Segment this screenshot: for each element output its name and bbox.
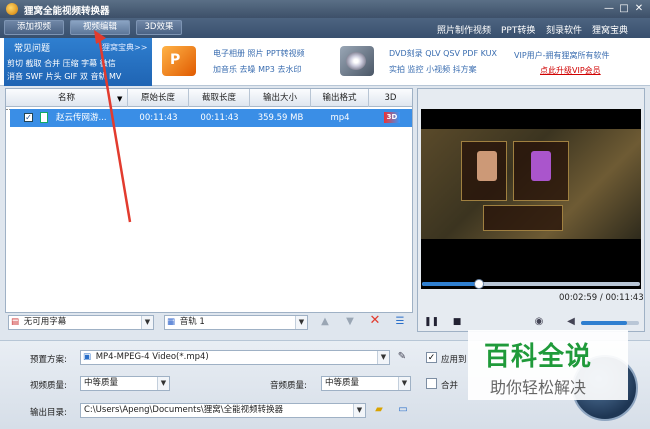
format-icon: ▣	[83, 352, 92, 362]
ppt-video-icon[interactable]: P	[162, 46, 196, 76]
audio-quality-select[interactable]: 中等质量 ▼	[321, 376, 411, 391]
file-list-panel: 名称 ▼ 原始长度 截取长度 输出大小 输出格式 3D ✓ 赵云传网游... 0…	[5, 88, 413, 313]
subtitle-value: 无可用字幕	[23, 317, 67, 327]
output-dir-field[interactable]: C:\Users\Apeng\Documents\狸窝\全能视频转换器 ▼	[80, 403, 366, 418]
annotation-arrow	[94, 30, 132, 223]
table-row[interactable]: ✓ 赵云传网游... 00:11:43 00:11:43 359.59 MB m…	[10, 109, 412, 127]
open-folder-icon[interactable]: ▭	[396, 403, 410, 417]
chevron-down-icon[interactable]: ▼	[398, 377, 410, 390]
row-checkbox[interactable]: ✓	[24, 113, 33, 122]
ad2-line2[interactable]: 实拍 监控 小视频 抖方案	[389, 64, 477, 75]
col-cut-length[interactable]: 截取长度	[189, 89, 250, 107]
subtitle-icon: ▤	[11, 317, 20, 327]
video-quality-label: 视频质量:	[30, 381, 67, 391]
preview-panel: 00:02:59 / 00:11:43 ❚❚ ■ ◉ ◀	[417, 88, 645, 332]
preset-settings-icon[interactable]: ✎	[395, 350, 409, 364]
3d-badge-icon[interactable]: 3D	[384, 112, 400, 123]
row-output-format: mp4	[330, 113, 350, 123]
frame-detail	[477, 151, 497, 181]
chevron-down-icon[interactable]: ▼	[377, 351, 389, 364]
chevron-down-icon[interactable]: ▼	[157, 377, 169, 390]
row-output-size: 359.59 MB	[257, 113, 304, 123]
merge-label: 合并	[441, 381, 459, 391]
volume-slider[interactable]	[581, 321, 639, 325]
folder-icon[interactable]: ▰	[372, 403, 386, 417]
vip-upgrade-link[interactable]: 点此升级VIP会员	[540, 65, 601, 76]
stop-icon[interactable]: ■	[450, 315, 464, 329]
watermark-title: 百科全说	[484, 342, 593, 372]
ad2-line1[interactable]: DVD刻录 QLV QSV PDF KUX	[389, 48, 497, 59]
frame-detail	[531, 151, 551, 181]
dvd-burn-icon[interactable]	[340, 46, 374, 76]
pause-icon[interactable]: ❚❚	[424, 315, 439, 329]
audio-quality-value: 中等质量	[325, 378, 360, 388]
subtitle-select[interactable]: ▤ 无可用字幕 ▼	[8, 315, 154, 330]
delete-icon[interactable]: ✕	[368, 314, 382, 328]
move-up-icon[interactable]: ▲	[318, 315, 332, 329]
output-dir-value: C:\Users\Apeng\Documents\狸窝\全能视频转换器	[84, 405, 284, 415]
chevron-down-icon[interactable]: ▼	[295, 316, 307, 329]
output-dir-label: 输出目录:	[30, 408, 67, 418]
audio-track-value: 音轨 1	[179, 317, 205, 327]
audio-quality-label: 音频质量:	[270, 381, 307, 391]
preset-label: 预置方案:	[30, 355, 67, 365]
col-3d[interactable]: 3D	[369, 89, 412, 107]
row-cut-length: 00:11:43	[200, 113, 239, 123]
file-list-header: 名称 ▼ 原始长度 截取长度 输出大小 输出格式 3D	[6, 89, 412, 107]
move-down-icon[interactable]: ▼	[343, 315, 357, 329]
merge-checkbox[interactable]	[426, 378, 437, 389]
video-quality-value: 中等质量	[84, 378, 119, 388]
playback-slider[interactable]	[422, 279, 640, 289]
list-settings-icon[interactable]: ☰	[393, 315, 407, 329]
maximize-icon[interactable]: □	[617, 2, 631, 15]
col-output-size[interactable]: 输出大小	[250, 89, 311, 107]
apply-all-checkbox[interactable]: ✓	[426, 352, 437, 363]
photo-to-video-link[interactable]: 照片制作视频	[437, 23, 491, 36]
volume-icon[interactable]: ◀	[564, 315, 578, 329]
audio-track-select[interactable]: ▦ 音轨 1 ▼	[164, 315, 308, 330]
app-logo-icon	[6, 3, 18, 15]
preset-select[interactable]: ▣ MP4-MPEG-4 Video(*.mp4) ▼	[80, 350, 390, 365]
chevron-down-icon[interactable]: ▼	[141, 316, 153, 329]
vip-info[interactable]: VIP用户-拥有狸窝所有软件	[514, 50, 610, 61]
time-readout: 00:02:59 / 00:11:43	[559, 293, 644, 303]
chevron-down-icon[interactable]: ▼	[353, 404, 365, 417]
ad1-line1[interactable]: 电子相册 照片 PPT转视频	[213, 48, 305, 59]
liwo-guide-link[interactable]: 狸窝宝典	[592, 23, 628, 36]
volume-level	[581, 321, 628, 325]
video-quality-select[interactable]: 中等质量 ▼	[80, 376, 170, 391]
tree-line	[6, 109, 10, 110]
snapshot-icon[interactable]: ◉	[532, 315, 546, 329]
audio-track-icon: ▦	[167, 317, 176, 327]
close-icon[interactable]: ✕	[632, 2, 646, 15]
playback-progress	[422, 282, 479, 286]
title-bar: 狸窝全能视频转换器 — □ ✕	[0, 0, 650, 18]
watermark-subtitle: 助你轻松解决	[490, 378, 587, 397]
playback-knob[interactable]	[473, 279, 484, 289]
add-video-button[interactable]: 添加视频	[4, 20, 64, 35]
video-frame-image	[421, 129, 641, 239]
window-title: 狸窝全能视频转换器	[24, 6, 110, 17]
burn-software-link[interactable]: 刻录软件	[546, 23, 582, 36]
faq-title[interactable]: 常见问题	[14, 41, 50, 54]
3d-effect-button[interactable]: 3D效果	[136, 20, 182, 35]
ppt-convert-link[interactable]: PPT转换	[501, 23, 535, 36]
preset-value: MP4-MPEG-4 Video(*.mp4)	[95, 352, 209, 362]
video-preview[interactable]	[421, 109, 641, 289]
ad1-line2[interactable]: 加音乐 去噪 MP3 去水印	[213, 64, 301, 75]
minimize-icon[interactable]: —	[602, 2, 616, 15]
video-file-icon	[40, 112, 48, 123]
apply-all-label: 应用到	[441, 355, 467, 365]
col-output-format[interactable]: 输出格式	[311, 89, 369, 107]
frame-detail	[483, 205, 563, 231]
watermark-overlay: 百科全说 助你轻松解决	[468, 330, 628, 400]
